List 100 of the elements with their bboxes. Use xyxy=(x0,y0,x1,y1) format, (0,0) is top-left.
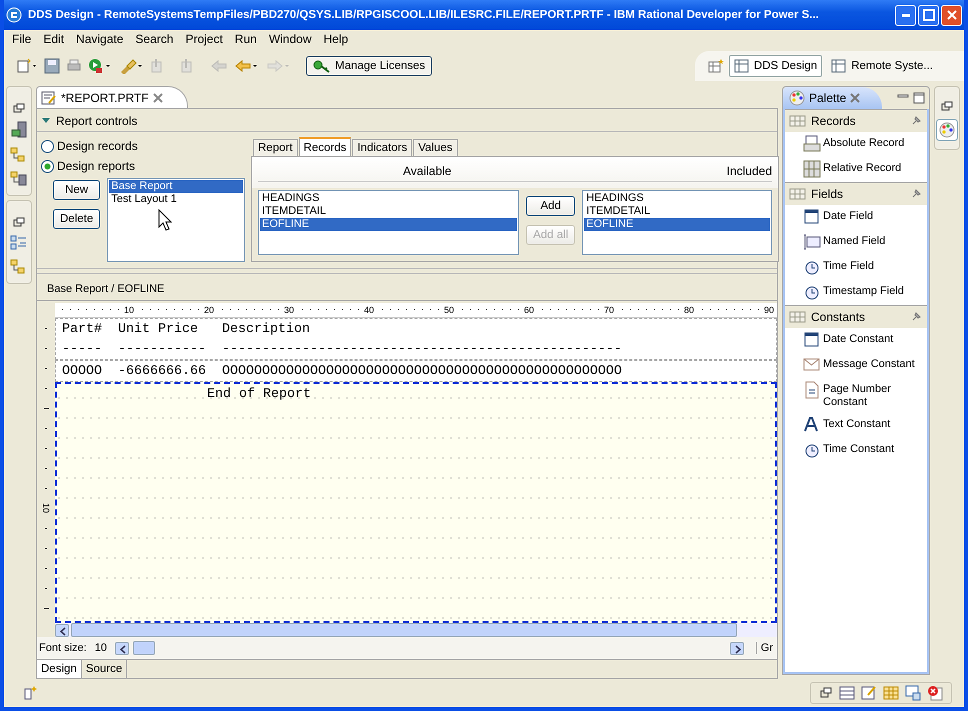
restore-icon[interactable] xyxy=(13,103,25,113)
table-icon[interactable] xyxy=(839,685,855,701)
palette-group-header[interactable]: Records xyxy=(785,109,927,132)
font-size-value: 10 xyxy=(94,642,107,654)
palette-item[interactable]: Time Constant xyxy=(785,438,927,463)
close-button[interactable] xyxy=(941,4,962,26)
list-item[interactable]: HEADINGS xyxy=(584,192,770,205)
pin-icon[interactable] xyxy=(911,116,921,126)
item-label: Page Number Constant xyxy=(823,382,892,409)
menu-item[interactable]: Help xyxy=(318,32,354,46)
list-item[interactable]: ITEMDETAIL xyxy=(260,205,518,218)
table-icon xyxy=(803,160,821,178)
radio-label[interactable]: Design records xyxy=(57,139,138,153)
pin-icon[interactable] xyxy=(911,189,921,199)
palette-group-header[interactable]: Fields xyxy=(785,182,927,205)
close-icon xyxy=(946,9,958,21)
action-button[interactable]: Add xyxy=(526,196,576,216)
edit-icon[interactable] xyxy=(861,685,877,701)
back-icon[interactable] xyxy=(234,58,260,74)
item-label: Time Field xyxy=(823,259,875,273)
tab[interactable]: Design xyxy=(37,660,82,678)
menu-item[interactable]: Project xyxy=(179,32,229,46)
palette-item[interactable]: Time Field xyxy=(785,255,927,280)
printer-icon xyxy=(803,135,821,153)
outline-icon[interactable] xyxy=(10,235,28,251)
palette-icon xyxy=(789,90,805,106)
menu-item[interactable]: Search xyxy=(129,32,180,46)
menu-item[interactable]: File xyxy=(6,32,38,46)
editor-tab[interactable]: *REPORT.PRTF xyxy=(36,86,188,108)
restore-icon[interactable] xyxy=(13,217,25,227)
list-item[interactable]: Base Report xyxy=(109,180,243,193)
maximize-icon[interactable] xyxy=(913,92,925,104)
palette-item[interactable]: Named Field xyxy=(785,230,927,255)
report-record[interactable]: Part# Unit Price Description ----- ----------- -------------------------------------------------- xyxy=(55,318,777,360)
list-item[interactable]: Test Layout 1 xyxy=(109,193,243,206)
report-record[interactable]: OOOOO -6666666.66 OOOOOOOOOOOOOOOOOOOOOOOOOOOOOOOOOOOOOOOOOOOOOOOOOO xyxy=(55,360,777,382)
palette-item[interactable]: Absolute Record xyxy=(785,132,927,157)
menu-item[interactable]: Navigate xyxy=(70,32,130,46)
close-icon[interactable] xyxy=(850,93,860,103)
tab[interactable]: Indicators xyxy=(352,139,412,156)
ruler-label: 10 xyxy=(41,503,51,513)
file-edit-icon xyxy=(41,90,57,104)
expanded-triangle-icon[interactable] xyxy=(41,117,51,125)
list-item[interactable]: ITEMDETAIL xyxy=(584,205,770,218)
key-icon xyxy=(313,59,331,73)
palette-item[interactable]: Message Constant xyxy=(785,353,927,378)
restore-icon[interactable] xyxy=(819,686,833,700)
radio-button[interactable] xyxy=(41,160,54,172)
column-heading: Available xyxy=(402,164,452,178)
mouse-pointer-icon xyxy=(158,209,172,231)
item-label: Relative Record xyxy=(823,161,902,175)
close-icon[interactable] xyxy=(152,92,163,102)
radio-button[interactable] xyxy=(41,140,54,152)
menu-item[interactable]: Edit xyxy=(37,32,70,46)
open-perspective-icon[interactable] xyxy=(706,58,725,74)
palette-item[interactable]: Relative Record xyxy=(785,157,927,182)
perspective-button[interactable]: DDS Design xyxy=(728,55,822,77)
list-item[interactable]: HEADINGS xyxy=(260,192,518,205)
table-icon xyxy=(734,59,750,73)
item-label: Text Constant xyxy=(823,417,892,431)
palette-item[interactable]: Text Constant xyxy=(785,413,927,438)
radio-label[interactable]: Design reports xyxy=(57,159,136,173)
report-line: OOOOO -6666666.66 OOOOOOOOOOOOOOOOOOOOOOOOOOOOOOOOOOOOOOOOOOOOOOOOOO xyxy=(61,364,622,378)
run-icon[interactable] xyxy=(88,58,112,74)
section-title: Report controls xyxy=(56,114,138,128)
palette-item[interactable]: Date Field xyxy=(785,205,927,230)
new-file-icon[interactable] xyxy=(16,58,38,74)
maximize-button[interactable] xyxy=(918,4,939,26)
palette-item[interactable]: Date Constant xyxy=(785,328,927,353)
save-icon[interactable] xyxy=(44,58,60,74)
tree-icon[interactable] xyxy=(10,171,28,187)
palette-item[interactable]: Page Number Constant xyxy=(785,378,927,413)
action-button[interactable]: New xyxy=(53,180,100,200)
scroll-thumb[interactable] xyxy=(132,641,155,655)
manage-licenses-button[interactable]: Manage Licenses xyxy=(306,56,432,76)
minimize-button[interactable] xyxy=(895,4,916,26)
tab[interactable]: Source xyxy=(82,660,128,678)
new-item-icon[interactable] xyxy=(22,685,38,701)
tab[interactable]: Report xyxy=(253,139,298,156)
menu-item[interactable]: Run xyxy=(228,32,263,46)
palette-tab[interactable]: Palette xyxy=(783,87,882,109)
palette-item[interactable]: Timestamp Field xyxy=(785,280,927,305)
perspective-button[interactable]: Remote Syste... xyxy=(826,55,938,77)
panel-title: Palette xyxy=(809,91,846,105)
palette-icon[interactable] xyxy=(936,119,958,141)
action-button[interactable]: Delete xyxy=(53,209,100,229)
palette-group-header[interactable]: Constants xyxy=(785,305,927,328)
item-label: Absolute Record xyxy=(823,136,906,150)
menu-item[interactable]: Window xyxy=(262,32,318,46)
restore-icon[interactable] xyxy=(941,101,953,111)
report-line: Part# Unit Price Description xyxy=(61,322,310,336)
list-item[interactable]: EOFLINE xyxy=(260,218,518,231)
list-item[interactable]: EOFLINE xyxy=(584,218,770,231)
item-label: Time Constant xyxy=(823,442,896,456)
properties-icon[interactable] xyxy=(905,685,921,701)
pin-icon[interactable] xyxy=(911,312,921,322)
error-icon[interactable] xyxy=(927,685,943,701)
tab[interactable]: Records xyxy=(298,137,352,156)
window-title: DDS Design - RemoteSystemsTempFiles/PBD270/QSYS.LIB/RPGISCOOL.LIB/ILESRC.FILE/REPORT.PRTF - IBM Rational Developer for Power S... xyxy=(28,9,820,21)
tab[interactable]: Values xyxy=(413,139,458,156)
